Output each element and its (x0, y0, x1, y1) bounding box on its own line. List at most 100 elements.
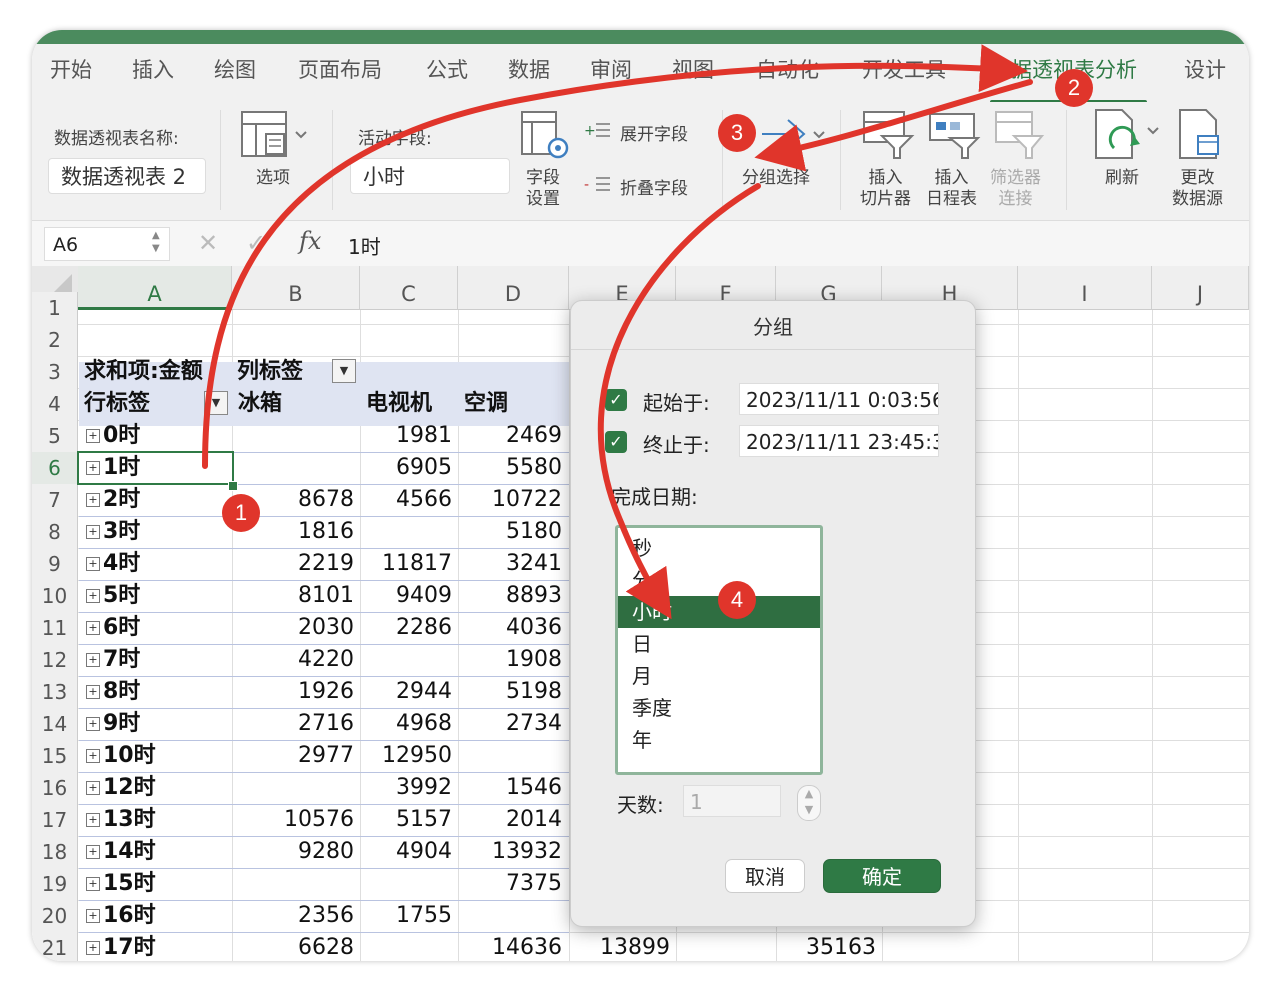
row-header-9[interactable]: 9 (32, 548, 78, 580)
expand-row-icon[interactable]: + (86, 941, 100, 955)
column-filter-dropdown-icon[interactable]: ▼ (332, 359, 356, 383)
change-data-source-icon[interactable] (1176, 106, 1232, 166)
group-by-option[interactable]: 秒 (618, 532, 820, 564)
pivot-cell[interactable]: 1546 (458, 772, 562, 804)
expand-row-icon[interactable]: + (86, 813, 100, 827)
tab-8[interactable]: 自动化 (756, 54, 819, 84)
pivot-cell[interactable]: 4566 (360, 484, 452, 516)
column-header-c[interactable]: C (360, 266, 458, 310)
tab-9[interactable]: 开发工具 (862, 54, 946, 84)
insert-timeline-button[interactable]: 插入 日程表 (926, 168, 977, 210)
expand-row-icon[interactable]: + (86, 781, 100, 795)
pivot-cell[interactable]: 10576 (232, 804, 354, 836)
pivot-cell[interactable]: 1908 (458, 644, 562, 676)
pivot-cell[interactable]: 8893 (458, 580, 562, 612)
column-header-j[interactable]: J (1152, 266, 1249, 310)
insert-slicer-icon[interactable] (860, 106, 916, 162)
refresh-icon[interactable] (1092, 106, 1162, 166)
options-icon[interactable] (238, 108, 308, 164)
pivot-row-label[interactable]: +12时 (86, 772, 156, 804)
pivot-cell[interactable]: 13932 (458, 836, 562, 868)
pivot-cell[interactable]: 4968 (360, 708, 452, 740)
pivot-cell[interactable]: 8101 (232, 580, 354, 612)
pivot-row-label[interactable]: +17时 (86, 932, 156, 961)
refresh-button[interactable]: 刷新 (1105, 168, 1139, 189)
formula-input[interactable]: 1时 (348, 231, 381, 260)
tab-4[interactable]: 公式 (426, 54, 468, 84)
pivot-cell[interactable]: 6628 (232, 932, 354, 961)
pivot-row-label[interactable]: +13时 (86, 804, 156, 836)
pivot-cell[interactable]: 12950 (360, 740, 452, 772)
row-header-11[interactable]: 11 (32, 612, 78, 644)
fill-handle[interactable] (228, 481, 238, 491)
pivot-cell[interactable]: 9409 (360, 580, 452, 612)
expand-row-icon[interactable]: + (86, 557, 100, 571)
pivot-cell[interactable]: 1755 (360, 900, 452, 932)
pivot-row-label[interactable]: +8时 (86, 676, 140, 708)
pivot-row-label[interactable]: +14时 (86, 836, 156, 868)
start-at-checkbox[interactable]: ✓ (605, 389, 627, 411)
row-header-8[interactable]: 8 (32, 516, 78, 548)
row-filter-dropdown-icon[interactable]: ▼ (204, 391, 228, 415)
pivot-cell[interactable]: 2219 (232, 548, 354, 580)
confirm-entry-icon[interactable]: ✓ (246, 229, 266, 257)
pivot-row-label[interactable]: +10时 (86, 740, 156, 772)
column-header-b[interactable]: B (232, 266, 360, 310)
pivot-cell[interactable]: 4220 (232, 644, 354, 676)
row-header-4[interactable]: 4 (32, 388, 78, 420)
start-at-input[interactable]: 2023/11/11 0:03:56 (739, 383, 939, 415)
row-header-1[interactable]: 1 (32, 292, 78, 324)
pivot-cell[interactable]: 4036 (458, 612, 562, 644)
column-header-d[interactable]: D (458, 266, 569, 310)
pivot-cell[interactable]: 2944 (360, 676, 452, 708)
pivot-cell[interactable]: 14636 (458, 932, 562, 961)
expand-row-icon[interactable]: + (86, 429, 100, 443)
row-header-13[interactable]: 13 (32, 676, 78, 708)
ok-button[interactable]: 确定 (823, 859, 941, 893)
pivot-cell[interactable]: 2716 (232, 708, 354, 740)
name-box-stepper-icon[interactable]: ▲ ▼ (152, 229, 160, 255)
group-by-option[interactable]: 月 (618, 660, 820, 692)
pivot-cell[interactable]: 7375 (458, 868, 562, 900)
tab-0[interactable]: 开始 (50, 54, 92, 84)
row-header-7[interactable]: 7 (32, 484, 78, 516)
pivot-cell[interactable]: 2286 (360, 612, 452, 644)
expand-field-button[interactable]: 展开字段 (620, 120, 688, 145)
collapse-field-icon[interactable]: - (584, 174, 614, 194)
expand-row-icon[interactable]: + (86, 877, 100, 891)
group-by-option[interactable]: 季度 (618, 692, 820, 724)
expand-field-icon[interactable]: + (584, 120, 614, 140)
pivot-cell[interactable]: 13899 (569, 932, 670, 961)
tab-7[interactable]: 视图 (672, 54, 714, 84)
group-selection-button[interactable]: 分组选择 (742, 168, 810, 189)
tab-2[interactable]: 绘图 (214, 54, 256, 84)
pivot-row-label[interactable]: +9时 (86, 708, 140, 740)
row-header-19[interactable]: 19 (32, 868, 78, 900)
pivot-cell[interactable]: 2030 (232, 612, 354, 644)
tab-6[interactable]: 审阅 (590, 54, 632, 84)
expand-row-icon[interactable]: + (86, 653, 100, 667)
row-header-17[interactable]: 17 (32, 804, 78, 836)
expand-row-icon[interactable]: + (86, 717, 100, 731)
insert-function-icon[interactable]: fx (299, 227, 321, 255)
row-header-15[interactable]: 15 (32, 740, 78, 772)
group-selection-icon[interactable] (758, 114, 828, 154)
tab-11[interactable]: 设计 (1184, 54, 1226, 84)
row-header-3[interactable]: 3 (32, 356, 78, 388)
active-field-input[interactable]: 小时 (350, 158, 510, 194)
row-header-5[interactable]: 5 (32, 420, 78, 452)
row-header-16[interactable]: 16 (32, 772, 78, 804)
pivot-row-label[interactable]: +7时 (86, 644, 140, 676)
pivot-cell[interactable]: 5198 (458, 676, 562, 708)
column-header-i[interactable]: I (1018, 266, 1152, 310)
column-header-a[interactable]: A (78, 266, 232, 310)
expand-row-icon[interactable]: + (86, 525, 100, 539)
pivot-cell[interactable]: 3992 (360, 772, 452, 804)
tab-5[interactable]: 数据 (508, 54, 550, 84)
selected-cell-a6[interactable] (77, 451, 234, 485)
end-at-input[interactable]: 2023/11/11 23:45:3 (739, 425, 939, 457)
pivot-cell[interactable]: 1981 (360, 420, 452, 452)
pivot-row-label[interactable]: +6时 (86, 612, 140, 644)
pivot-cell[interactable]: 35163 (776, 932, 876, 961)
pivot-cell[interactable]: 6905 (360, 452, 452, 484)
